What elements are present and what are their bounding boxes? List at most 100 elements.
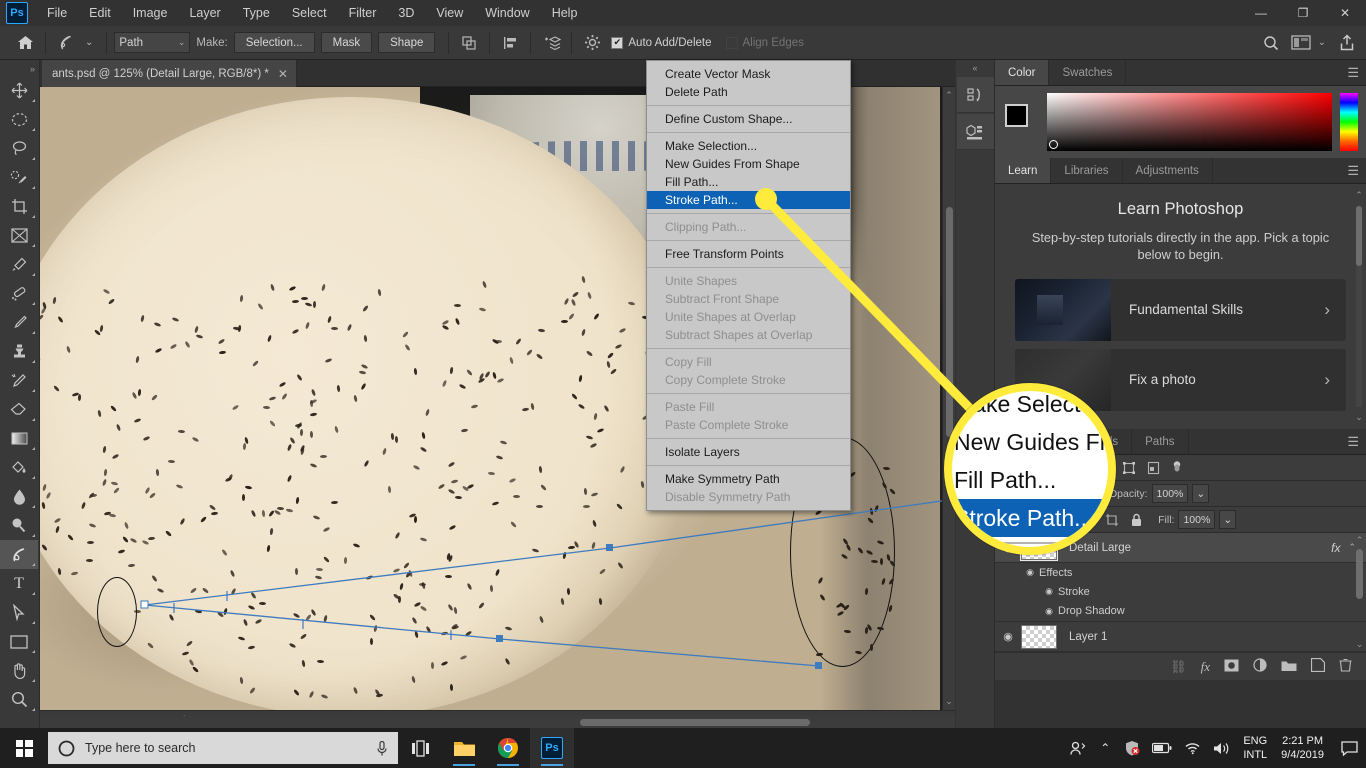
tab-adjustments[interactable]: Adjustments: [1122, 158, 1213, 183]
object-selection-tool[interactable]: [0, 163, 38, 192]
search-input[interactable]: Type here to search: [48, 732, 398, 764]
toolbox-collapse-icon[interactable]: »: [0, 62, 39, 76]
panel-menu-icon[interactable]: ☰: [1347, 158, 1359, 184]
hand-tool[interactable]: [0, 656, 38, 685]
lock-all-icon[interactable]: [1126, 510, 1146, 529]
close-button[interactable]: ✕: [1324, 0, 1366, 26]
list-item[interactable]: ◉ Drop Shadow: [995, 601, 1366, 622]
battery-icon[interactable]: [1147, 728, 1177, 768]
action-center-icon[interactable]: [1332, 728, 1366, 768]
pen-tool-icon[interactable]: [53, 31, 79, 55]
layer-thumbnail[interactable]: [1021, 624, 1057, 649]
fill-chevron-down-icon[interactable]: ⌄: [1219, 510, 1237, 529]
wifi-icon[interactable]: [1177, 728, 1207, 768]
learn-panel-tabs[interactable]: Learn Libraries Adjustments ☰: [995, 158, 1366, 184]
photoshop-icon[interactable]: Ps: [530, 728, 574, 768]
color-panel-body[interactable]: [995, 86, 1366, 158]
home-icon[interactable]: [12, 31, 38, 55]
window-controls[interactable]: — ❐ ✕: [1240, 0, 1366, 26]
tab-swatches[interactable]: Swatches: [1049, 60, 1127, 85]
menu-item-fill-path[interactable]: Fill Path...: [647, 173, 850, 191]
new-group-icon[interactable]: [1281, 659, 1297, 675]
menu-item-make-symmetry-path[interactable]: Make Symmetry Path: [647, 470, 850, 488]
crop-tool[interactable]: [0, 192, 38, 221]
maximize-button[interactable]: ❐: [1282, 0, 1324, 26]
menu-item-new-guides-from-shape[interactable]: New Guides From Shape: [647, 155, 850, 173]
tab-paths[interactable]: Paths: [1132, 429, 1189, 454]
opacity-chevron-down-icon[interactable]: ⌄: [1192, 484, 1210, 503]
layer-fx-badge[interactable]: fx: [1331, 541, 1348, 555]
workspace-chevron-down-icon[interactable]: ⌄: [1318, 37, 1326, 48]
new-layer-icon[interactable]: [1310, 657, 1326, 675]
tool-preset-caret-icon[interactable]: ⌄: [85, 37, 93, 48]
gradient-tool[interactable]: [0, 424, 38, 453]
language-indicator[interactable]: ENG INTL: [1237, 734, 1273, 762]
list-item[interactable]: ◉ Stroke: [995, 582, 1366, 601]
layer-effects-group[interactable]: ◉ Effects: [995, 563, 1366, 582]
menu-item-create-vector-mask[interactable]: Create Vector Mask: [647, 65, 850, 83]
menu-item-filter[interactable]: Filter: [338, 0, 388, 26]
color-field-marker[interactable]: [1049, 140, 1058, 149]
panel-menu-icon[interactable]: ☰: [1347, 429, 1359, 455]
hue-strip[interactable]: [1340, 93, 1358, 151]
menu-item-isolate-layers[interactable]: Isolate Layers: [647, 443, 850, 461]
path-mode-select[interactable]: Path ⌄: [114, 32, 191, 53]
delete-layer-icon[interactable]: [1339, 658, 1352, 675]
eyedropper-tool[interactable]: [0, 250, 38, 279]
gear-icon[interactable]: [579, 31, 605, 55]
add-mask-icon[interactable]: [1224, 659, 1239, 675]
3d-panel-icon[interactable]: [956, 114, 994, 150]
clone-stamp-tool[interactable]: [0, 337, 38, 366]
link-layers-icon[interactable]: ⛓: [1170, 659, 1187, 675]
path-alignment-icon[interactable]: [497, 31, 523, 55]
dock-collapse-icon[interactable]: «: [956, 60, 994, 76]
task-view-icon[interactable]: [398, 728, 442, 768]
close-icon[interactable]: ✕: [278, 67, 288, 81]
scrollbar-thumb[interactable]: [1356, 206, 1362, 266]
file-explorer-icon[interactable]: [442, 728, 486, 768]
path-selection-tool[interactable]: [0, 598, 38, 627]
scroll-down-icon[interactable]: ⌄: [1354, 412, 1364, 423]
canvas-horizontal-scrollbar[interactable]: [40, 716, 955, 728]
tab-libraries[interactable]: Libraries: [1051, 158, 1123, 183]
table-row[interactable]: ◉ Layer 1: [995, 622, 1366, 652]
paint-bucket-tool[interactable]: [0, 453, 38, 482]
zoom-tool[interactable]: [0, 685, 38, 714]
share-icon[interactable]: [1334, 31, 1360, 55]
menu-item-view[interactable]: View: [425, 0, 474, 26]
menu-item-file[interactable]: File: [36, 0, 78, 26]
opacity-value[interactable]: 100%: [1151, 484, 1189, 503]
menu-item-delete-path[interactable]: Delete Path: [647, 83, 850, 101]
color-panel-swatches[interactable]: [1003, 103, 1039, 141]
google-chrome-icon[interactable]: [486, 728, 530, 768]
document-tab[interactable]: ants.psd @ 125% (Detail Large, RGB/8*) *…: [42, 60, 297, 87]
minimize-button[interactable]: —: [1240, 0, 1282, 26]
scrollbar-thumb[interactable]: [1356, 549, 1363, 599]
fill-value[interactable]: 100%: [1178, 510, 1216, 529]
panel-menu-icon[interactable]: ☰: [1347, 60, 1359, 86]
menu-item-image[interactable]: Image: [122, 0, 179, 26]
history-brush-tool[interactable]: [0, 366, 38, 395]
path-operations-icon[interactable]: [456, 31, 482, 55]
brush-tool[interactable]: [0, 308, 38, 337]
volume-icon[interactable]: [1207, 728, 1237, 768]
clock[interactable]: 2:21 PM 9/4/2019: [1273, 734, 1332, 762]
scroll-up-icon[interactable]: ⌃: [943, 90, 955, 101]
rectangle-tool[interactable]: [0, 627, 38, 656]
menu-item-help[interactable]: Help: [541, 0, 589, 26]
effect-visibility-toggle[interactable]: ◉: [1040, 606, 1058, 617]
effect-visibility-toggle[interactable]: ◉: [1040, 586, 1058, 597]
menu-item-define-custom-shape[interactable]: Define Custom Shape...: [647, 110, 850, 128]
dodge-tool[interactable]: [0, 511, 38, 540]
foreground-color-swatch[interactable]: [1005, 104, 1028, 127]
layers-scrollbar[interactable]: ⌃ ⌄: [1354, 535, 1365, 650]
add-style-icon[interactable]: fx: [1201, 659, 1210, 675]
marquee-tool[interactable]: [0, 105, 38, 134]
effects-visibility-toggle[interactable]: ◉: [1021, 567, 1039, 578]
people-icon[interactable]: [1063, 728, 1093, 768]
color-field[interactable]: [1047, 93, 1332, 151]
workspace-icon[interactable]: [1286, 31, 1316, 55]
path-arrangement-icon[interactable]: [538, 31, 564, 55]
menu-item-layer[interactable]: Layer: [178, 0, 231, 26]
menu-item-3d[interactable]: 3D: [387, 0, 425, 26]
